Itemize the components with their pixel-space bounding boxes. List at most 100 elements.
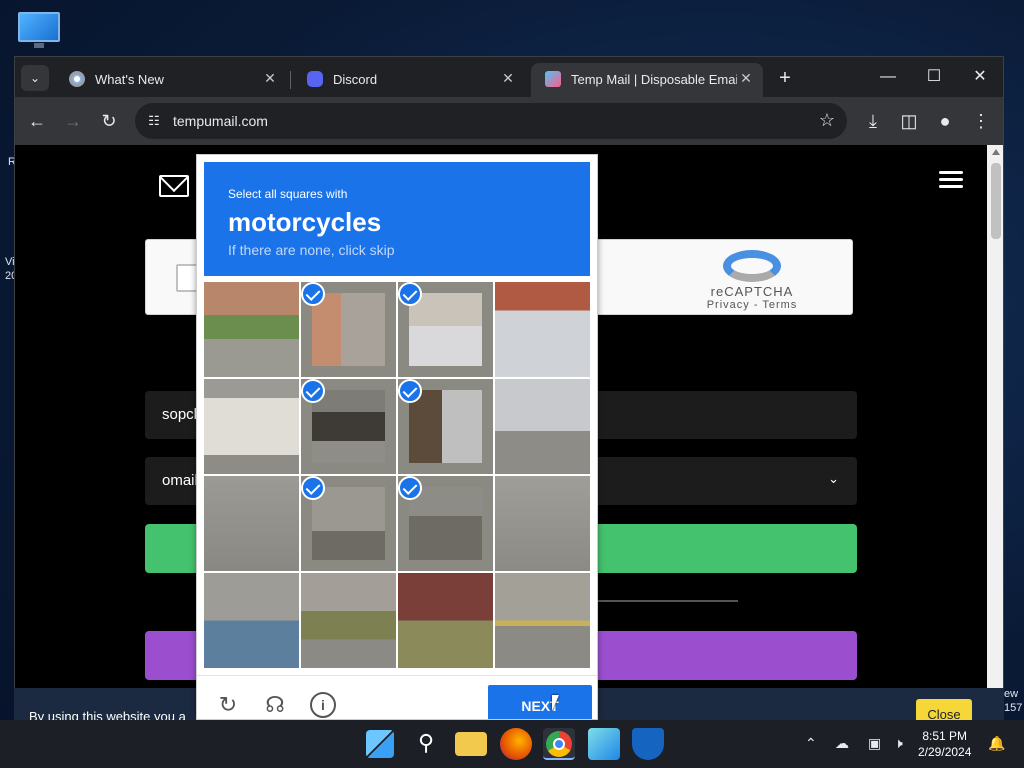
- challenge-instruction: Select all squares with: [228, 187, 348, 201]
- tab-strip: ⌄ What's New ✕ Discord ✕ Temp Mail | Dis…: [15, 57, 1003, 97]
- tile-image: [204, 379, 299, 474]
- mail-logo-icon[interactable]: [159, 175, 189, 197]
- challenge-image-grid: [204, 282, 590, 670]
- menu-kebab-icon[interactable]: ⋮: [969, 109, 993, 133]
- page-scrollbar[interactable]: [987, 145, 1003, 719]
- tile-check-icon: [398, 476, 422, 500]
- notification-bell-icon[interactable]: 🔔: [988, 735, 1005, 752]
- tab-temp-mail[interactable]: Temp Mail | Disposable Email Ad ✕: [531, 63, 763, 97]
- challenge-tile[interactable]: [398, 379, 493, 474]
- scroll-up-arrow-icon[interactable]: [992, 149, 1000, 155]
- defender-shield-icon[interactable]: [632, 728, 664, 760]
- challenge-header: Select all squares with motorcycles If t…: [204, 162, 590, 276]
- tile-check-icon: [398, 282, 422, 306]
- close-tab-icon[interactable]: ✕: [737, 69, 755, 87]
- domain-value: omail: [162, 472, 198, 489]
- taskbar: ⚲ ⌃ ☁ ▣ 🕨 8:51 PM 2/29/2024 🔔: [0, 720, 1024, 768]
- challenge-tile[interactable]: [398, 282, 493, 377]
- firefox-icon[interactable]: [500, 728, 532, 760]
- challenge-tile[interactable]: [204, 282, 299, 377]
- volume-muted-icon[interactable]: 🕨: [894, 735, 903, 752]
- network-icon[interactable]: ▣: [868, 735, 881, 752]
- close-window-button[interactable]: ✕: [957, 63, 1003, 91]
- close-tab-icon[interactable]: ✕: [499, 69, 517, 87]
- windows-start-icon[interactable]: [366, 730, 394, 758]
- recaptcha-arrows-icon: [723, 250, 781, 282]
- search-icon[interactable]: ⚲: [410, 728, 442, 760]
- clock-date: 2/29/2024: [918, 745, 972, 759]
- challenge-tile[interactable]: [301, 282, 396, 377]
- tile-image: [495, 282, 590, 377]
- challenge-tile[interactable]: [398, 476, 493, 571]
- chrome-taskbar-item[interactable]: [543, 728, 575, 760]
- challenge-hint: If there are none, click skip: [228, 242, 395, 258]
- tile-image: [312, 390, 385, 463]
- challenge-tile[interactable]: [204, 379, 299, 474]
- tile-image: [409, 487, 482, 560]
- forward-button[interactable]: →: [61, 109, 85, 133]
- next-button[interactable]: NEXT: [488, 685, 592, 719]
- mouse-cursor-icon: [552, 695, 566, 711]
- tab-title: Discord: [333, 72, 378, 87]
- tab-title: Temp Mail | Disposable Email Ad: [571, 72, 737, 87]
- system-clock[interactable]: 8:51 PM 2/29/2024: [918, 728, 971, 760]
- url-text: tempumail.com: [173, 113, 268, 129]
- tile-image: [398, 573, 493, 668]
- maximize-button[interactable]: ☐: [911, 63, 957, 91]
- challenge-tile[interactable]: [204, 476, 299, 571]
- file-explorer-icon[interactable]: [455, 732, 487, 756]
- tile-image: [301, 573, 396, 668]
- address-bar[interactable]: ☷ tempumail.com ☆: [135, 103, 847, 139]
- onedrive-cloud-icon[interactable]: ☁: [835, 735, 849, 752]
- challenge-tile[interactable]: [495, 573, 590, 668]
- scroll-thumb[interactable]: [991, 163, 1001, 239]
- info-icon[interactable]: i: [310, 692, 336, 718]
- minimize-button[interactable]: —: [865, 63, 911, 91]
- tile-check-icon: [301, 379, 325, 403]
- desktop-partial-text: ew: [1004, 688, 1019, 700]
- challenge-tile[interactable]: [398, 573, 493, 668]
- tile-image: [204, 476, 299, 571]
- recaptcha-links[interactable]: Privacy - Terms: [682, 299, 822, 311]
- challenge-tile[interactable]: [301, 573, 396, 668]
- tile-image: [204, 282, 299, 377]
- tab-whats-new[interactable]: What's New ✕: [55, 63, 287, 97]
- tempmail-icon: [545, 71, 561, 87]
- bookmark-star-icon[interactable]: ☆: [819, 110, 835, 131]
- challenge-tile[interactable]: [301, 476, 396, 571]
- show-hidden-icons-icon[interactable]: ⌃: [805, 735, 817, 752]
- tab-title: What's New: [95, 72, 164, 87]
- tile-check-icon: [301, 282, 325, 306]
- side-panel-icon[interactable]: ◫: [897, 109, 921, 133]
- this-pc-icon[interactable]: [16, 10, 62, 50]
- challenge-tile[interactable]: [495, 282, 590, 377]
- downloads-icon[interactable]: ⤓: [861, 109, 885, 133]
- new-tab-button[interactable]: +: [773, 67, 797, 91]
- tile-check-icon: [301, 476, 325, 500]
- tab-search-button[interactable]: ⌄: [21, 65, 49, 91]
- captcha-challenge-dialog: Select all squares with motorcycles If t…: [196, 154, 598, 720]
- tile-image: [495, 476, 590, 571]
- back-button[interactable]: ←: [25, 109, 49, 133]
- chevron-down-icon: ⌄: [828, 471, 839, 486]
- audio-challenge-icon[interactable]: ☊: [262, 692, 288, 718]
- app-icon[interactable]: [588, 728, 620, 760]
- desktop-partial-text: 157: [1004, 702, 1023, 714]
- tile-image: [409, 390, 482, 463]
- tile-check-icon: [398, 379, 422, 403]
- tab-discord[interactable]: Discord ✕: [293, 63, 525, 97]
- profile-icon[interactable]: ●: [933, 109, 957, 133]
- discord-icon: [307, 71, 323, 87]
- tile-image: [409, 293, 482, 366]
- challenge-tile[interactable]: [204, 573, 299, 668]
- tile-image: [312, 293, 385, 366]
- challenge-footer: ↻ ☊ i NEXT: [197, 675, 597, 719]
- close-tab-icon[interactable]: ✕: [261, 69, 279, 87]
- reload-challenge-icon[interactable]: ↻: [215, 692, 241, 718]
- site-info-icon[interactable]: ☷: [145, 112, 163, 130]
- challenge-tile[interactable]: [495, 476, 590, 571]
- hamburger-menu-icon[interactable]: [939, 171, 963, 189]
- challenge-tile[interactable]: [495, 379, 590, 474]
- reload-button[interactable]: ↻: [97, 109, 121, 133]
- challenge-tile[interactable]: [301, 379, 396, 474]
